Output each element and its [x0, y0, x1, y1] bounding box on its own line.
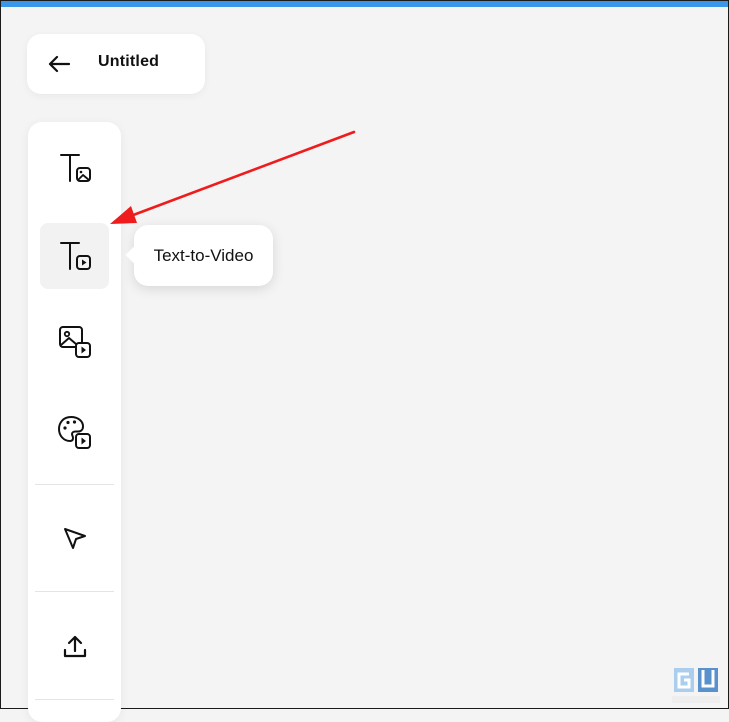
text-video-icon	[59, 242, 91, 270]
document-title[interactable]: Untitled	[98, 53, 159, 71]
toolbar-divider	[35, 591, 114, 592]
image-to-video-button[interactable]	[40, 309, 109, 375]
arrow-left-icon	[48, 55, 70, 73]
image-video-icon	[58, 326, 91, 358]
upload-button[interactable]	[40, 614, 109, 680]
upload-icon	[63, 635, 86, 658]
back-button[interactable]	[45, 50, 73, 78]
tooltip-label: Text-to-Video	[153, 245, 254, 265]
cursor-arrow-icon	[63, 528, 86, 549]
text-image-icon	[59, 154, 91, 182]
style-to-video-button[interactable]	[40, 399, 109, 465]
title-card: Untitled	[27, 34, 205, 94]
tooltip-text-to-video: Text-to-Video	[134, 225, 273, 286]
text-to-video-button[interactable]	[40, 223, 109, 289]
text-to-image-button[interactable]	[40, 135, 109, 201]
toolbar-divider	[35, 699, 114, 700]
select-tool-button[interactable]	[40, 506, 109, 572]
tool-sidebar	[28, 122, 121, 722]
top-accent-bar	[1, 1, 728, 7]
toolbar-divider	[35, 484, 114, 485]
palette-video-icon	[57, 415, 91, 449]
gadgets-to-use-logo	[672, 668, 720, 703]
